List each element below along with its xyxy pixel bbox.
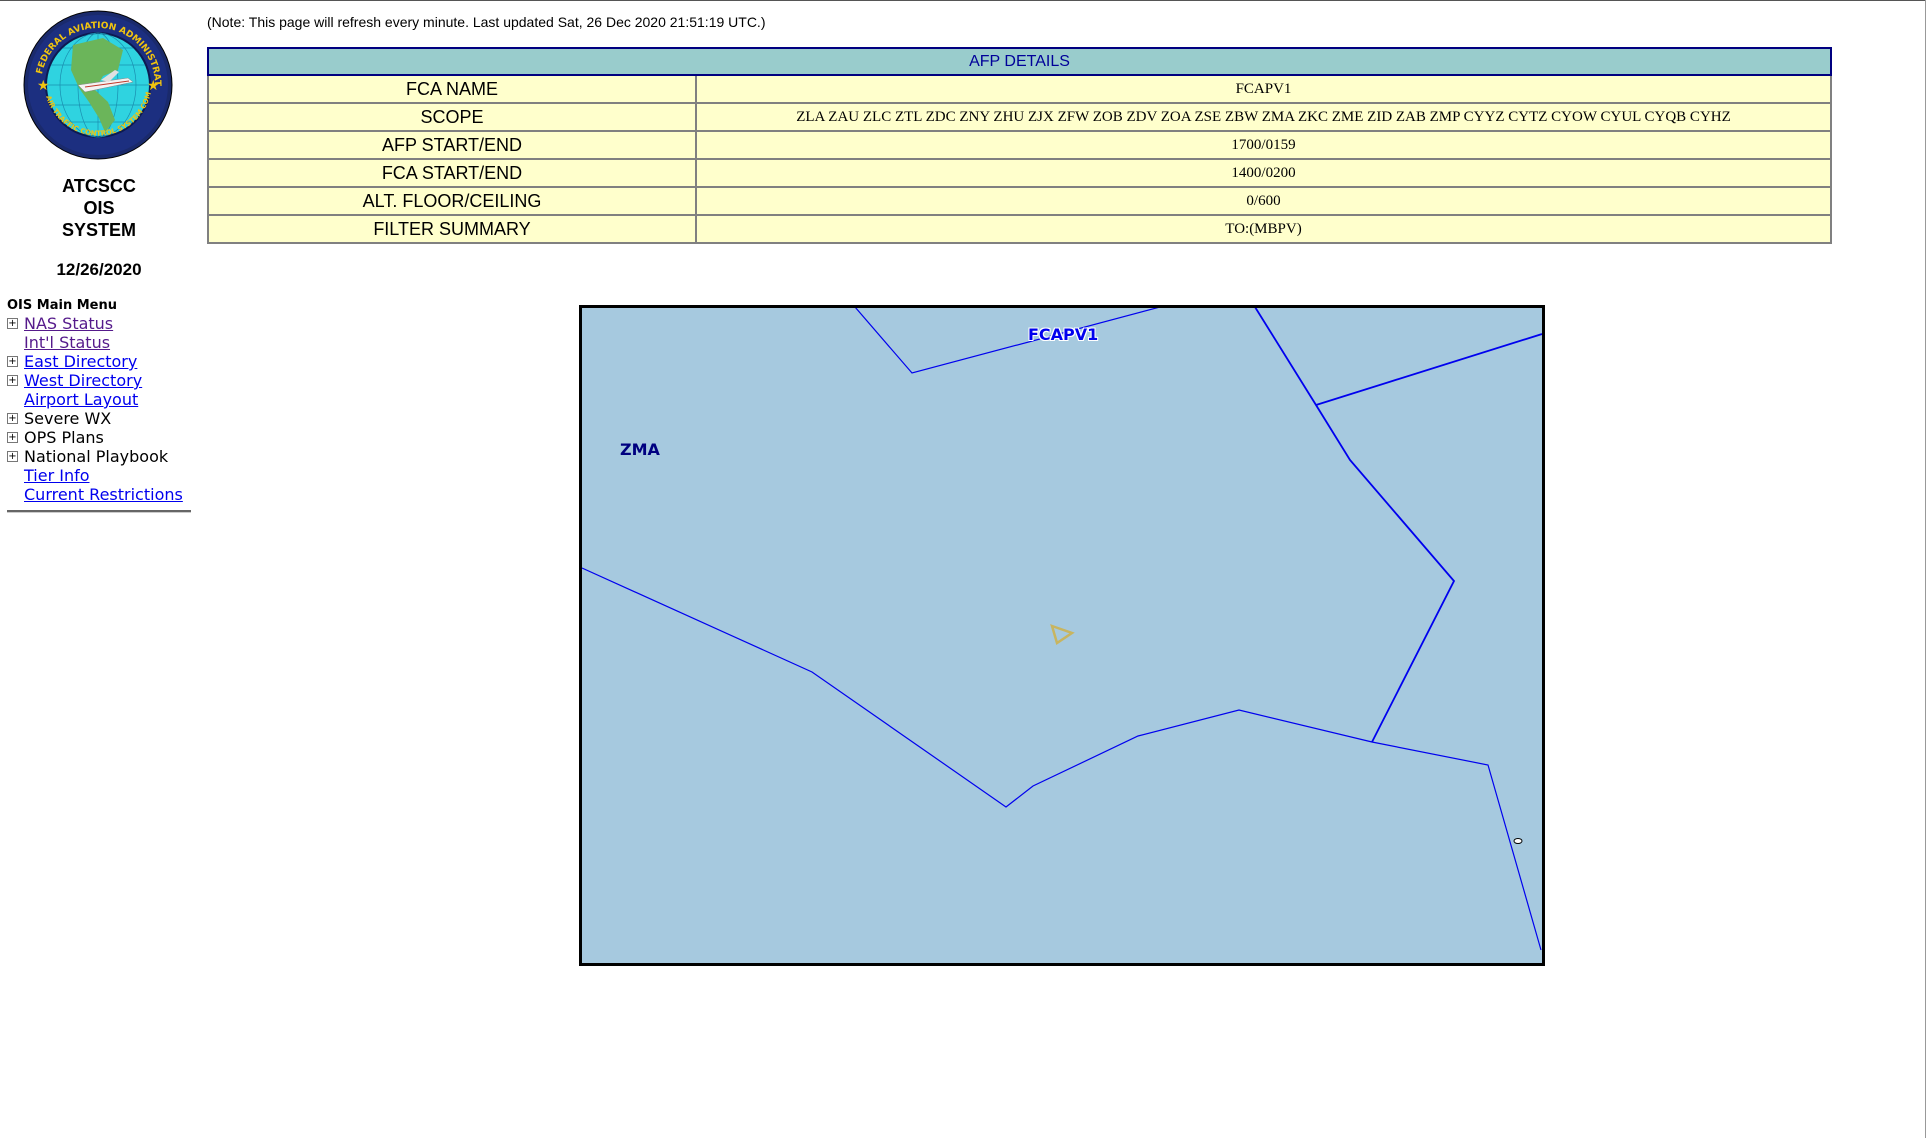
menu-item-current-restrictions[interactable]: Current Restrictions xyxy=(7,485,191,504)
menu-item-national-playbook[interactable]: + National Playbook xyxy=(7,447,191,466)
table-row: FILTER SUMMARY TO:(MBPV) xyxy=(207,214,1832,244)
table-row: FCA START/END 1400/0200 xyxy=(207,158,1832,188)
expand-plus-icon[interactable]: + xyxy=(7,318,18,329)
row-value: 1700/0159 xyxy=(695,130,1832,160)
system-title: ATCSCC OIS SYSTEM xyxy=(0,175,198,241)
row-label: AFP START/END xyxy=(207,130,697,160)
island-shape xyxy=(1513,838,1523,844)
menu-divider xyxy=(7,510,191,513)
map-canvas xyxy=(582,308,1542,951)
menu-link-intl-status[interactable]: Int'l Status xyxy=(24,333,110,352)
menu-text-ops-plans[interactable]: OPS Plans xyxy=(24,428,104,447)
menu-item-nas-status[interactable]: + NAS Status xyxy=(7,314,191,333)
boundary-line-west xyxy=(582,567,1542,951)
airport-triangle-icon[interactable] xyxy=(1050,624,1075,645)
menu-item-east-directory[interactable]: + East Directory xyxy=(7,352,191,371)
menu-item-airport-layout[interactable]: Airport Layout xyxy=(7,390,191,409)
table-row: ALT. FLOOR/CEILING 0/600 xyxy=(207,186,1832,216)
row-value: ZLA ZAU ZLC ZTL ZDC ZNY ZHU ZJX ZFW ZOB … xyxy=(695,102,1832,132)
svg-text:★: ★ xyxy=(37,78,50,94)
main-menu: OIS Main Menu + NAS Status Int'l Status … xyxy=(7,298,191,513)
menu-item-west-directory[interactable]: + West Directory xyxy=(7,371,191,390)
faa-seal-logo-icon: ★ ★ FEDERAL AVIATION ADMINISTRATION AIR … xyxy=(23,10,173,160)
menu-item-intl-status[interactable]: Int'l Status xyxy=(7,333,191,352)
table-row: SCOPE ZLA ZAU ZLC ZTL ZDC ZNY ZHU ZJX ZF… xyxy=(207,102,1832,132)
brand-line-2: OIS xyxy=(83,198,115,218)
menu-item-severe-wx[interactable]: + Severe WX xyxy=(7,409,191,428)
table-row: FCA NAME FCAPV1 xyxy=(207,74,1832,104)
menu-text-severe-wx[interactable]: Severe WX xyxy=(24,409,111,428)
afp-details-table: AFP DETAILS FCA NAME FCAPV1 SCOPE ZLA ZA… xyxy=(207,47,1832,244)
center-label-zma: ZMA xyxy=(620,440,660,459)
fca-label: FCAPV1 xyxy=(1028,325,1099,344)
expand-plus-icon[interactable]: + xyxy=(7,451,18,462)
expand-plus-icon[interactable]: + xyxy=(7,432,18,443)
row-label: FCA NAME xyxy=(207,74,697,104)
row-value: 1400/0200 xyxy=(695,158,1832,188)
fca-map[interactable]: ZMA FCAPV1 xyxy=(579,305,1545,966)
row-value: FCAPV1 xyxy=(695,74,1832,104)
boundary-line-top xyxy=(855,308,1159,374)
menu-link-tier-info[interactable]: Tier Info xyxy=(24,466,90,485)
menu-link-current-restrictions[interactable]: Current Restrictions xyxy=(24,485,183,504)
expand-plus-icon[interactable]: + xyxy=(7,375,18,386)
row-label: FILTER SUMMARY xyxy=(207,214,697,244)
table-header-row: AFP DETAILS xyxy=(207,47,1832,76)
menu-link-east-directory[interactable]: East Directory xyxy=(24,352,137,371)
expand-plus-icon[interactable]: + xyxy=(7,413,18,424)
table-row: AFP START/END 1700/0159 xyxy=(207,130,1832,160)
current-date: 12/26/2020 xyxy=(56,260,142,279)
window-top-border xyxy=(0,0,1926,1)
menu-item-ops-plans[interactable]: + OPS Plans xyxy=(7,428,191,447)
menu-link-nas-status[interactable]: NAS Status xyxy=(24,314,113,333)
refresh-note: (Note: This page will refresh every minu… xyxy=(207,14,766,30)
row-label: FCA START/END xyxy=(207,158,697,188)
row-label: ALT. FLOOR/CEILING xyxy=(207,186,697,216)
row-value: TO:(MBPV) xyxy=(695,214,1832,244)
menu-item-tier-info[interactable]: Tier Info xyxy=(7,466,191,485)
expand-plus-icon[interactable]: + xyxy=(7,356,18,367)
row-label: SCOPE xyxy=(207,102,697,132)
menu-link-west-directory[interactable]: West Directory xyxy=(24,371,142,390)
row-value: 0/600 xyxy=(695,186,1832,216)
afp-details-title: AFP DETAILS xyxy=(207,47,1832,76)
brand-line-3: SYSTEM xyxy=(61,220,136,240)
menu-title: OIS Main Menu xyxy=(7,298,117,313)
menu-text-national-playbook[interactable]: National Playbook xyxy=(24,447,168,466)
boundary-line-northeast xyxy=(1315,333,1542,406)
brand-line-1: ATCSCC xyxy=(62,176,136,196)
menu-link-airport-layout[interactable]: Airport Layout xyxy=(24,390,138,409)
boundary-line-east xyxy=(1254,308,1456,743)
